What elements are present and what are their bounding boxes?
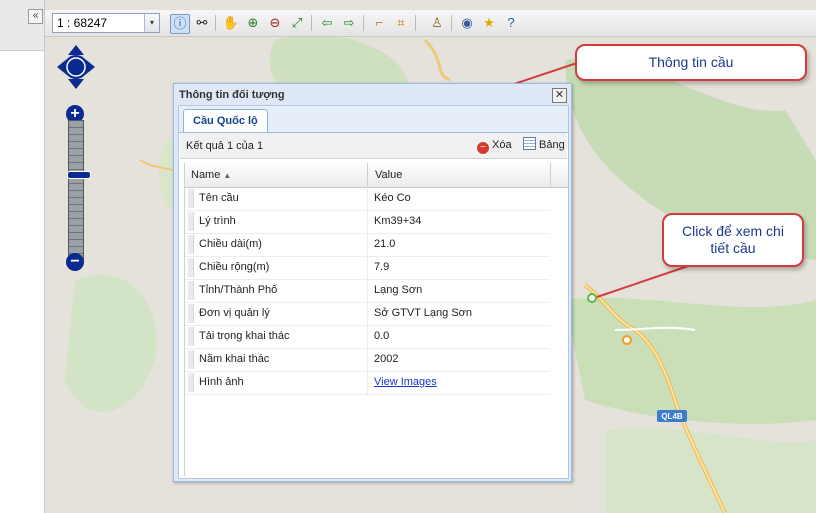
row-name: Hình ảnh xyxy=(185,371,368,394)
row-name: Chiều rộng(m) xyxy=(185,256,368,279)
info-icon[interactable]: ⓘ xyxy=(170,14,190,34)
tab-strip: Cầu Quốc lộ xyxy=(179,106,568,133)
toolbar-divider xyxy=(415,15,416,31)
row-value: Km39+34 xyxy=(374,215,422,227)
row-value: 7.9 xyxy=(374,261,390,273)
help-icon[interactable]: ? xyxy=(502,14,520,32)
close-icon[interactable]: ✕ xyxy=(552,88,567,103)
stamp-icon[interactable]: ♙ xyxy=(428,14,446,32)
left-panel-header: « xyxy=(0,0,44,51)
row-name: Tải trọng khai thác xyxy=(185,325,368,348)
measure-area-icon[interactable]: ⌗ xyxy=(392,14,410,32)
row-name: Năm khai thác xyxy=(185,348,368,371)
bridge-marker-selected[interactable] xyxy=(587,293,597,303)
result-bar: Kết quả 1 của 1 − Xóa Bảng xyxy=(180,133,567,159)
scale-select[interactable]: 1 : 68247 ▾ xyxy=(52,13,160,33)
table-row[interactable]: Tên cầu Kéo Co xyxy=(185,187,550,211)
back-arrow-icon[interactable]: ⇦ xyxy=(318,14,336,32)
table-row[interactable]: Đơn vị quản lý Sở GTVT Lạng Sơn xyxy=(185,302,550,326)
eye-icon[interactable]: ◉ xyxy=(458,14,476,32)
delete-icon: − xyxy=(477,142,489,154)
toolbar-divider xyxy=(215,15,216,31)
row-value: View Images xyxy=(368,371,550,394)
zoom-in-icon[interactable]: ⊕ xyxy=(244,14,262,32)
scale-value: 1 : 68247 xyxy=(57,16,108,30)
table-row[interactable]: Lý trình Km39+34 xyxy=(185,210,550,234)
dialog-title: Thông tin đối tượng xyxy=(179,89,285,101)
grid-header: Name ▲ Value xyxy=(185,163,568,188)
column-header-value[interactable]: Value xyxy=(368,163,551,187)
zoom-slider[interactable]: + − xyxy=(66,105,91,273)
row-name: Tỉnh/Thành Phố xyxy=(185,279,368,302)
table-button[interactable]: Bảng xyxy=(523,137,565,153)
zoom-out-button[interactable]: − xyxy=(66,253,84,271)
toolbar-divider xyxy=(451,15,452,31)
table-row[interactable]: Chiều rộng(m) 7.9 xyxy=(185,256,550,280)
dialog-header[interactable]: Thông tin đối tượng ✕ xyxy=(174,84,571,105)
full-extent-icon[interactable]: ⤢ xyxy=(288,14,306,32)
road-label-ql4b: QL4B xyxy=(661,412,683,421)
attribute-grid: Name ▲ Value Tên cầu Kéo Co Lý trình Km39… xyxy=(184,163,568,476)
row-value: Sở GTVT Lạng Sơn xyxy=(374,307,472,319)
table-icon xyxy=(523,137,536,150)
toolbar-divider xyxy=(311,15,312,31)
collapse-panel-button[interactable]: « xyxy=(28,9,43,24)
row-value: Kéo Co xyxy=(374,192,411,204)
result-count: Kết quả 1 của 1 xyxy=(186,140,264,152)
column-header-name-label: Name xyxy=(191,169,221,181)
zoom-track[interactable] xyxy=(67,120,91,262)
star-icon[interactable]: ★ xyxy=(480,14,498,32)
map-toolbar: 1 : 68247 ▾ ⓘ ⚯ ✋ ⊕ ⊖ ⤢ ⇦ ⇨ ⌐ ⌗ ♙ ◉ ★ ? xyxy=(45,10,816,37)
sort-ascending-icon: ▲ xyxy=(223,171,232,180)
table-label: Bảng xyxy=(539,139,565,151)
delete-label: Xóa xyxy=(492,139,512,151)
row-value: Lạng Sơn xyxy=(374,284,423,296)
callout-click-line-1: Click để xem chi xyxy=(682,223,784,239)
delete-button[interactable]: − Xóa xyxy=(477,137,512,154)
toolbar-divider xyxy=(363,15,364,31)
row-value: 0.0 xyxy=(374,330,390,342)
row-name: Đơn vị quản lý xyxy=(185,302,368,325)
row-name: Lý trình xyxy=(185,210,368,233)
column-header-name[interactable]: Name ▲ xyxy=(185,163,368,187)
table-row[interactable]: Năm khai thác 2002 xyxy=(185,348,550,372)
bridge-marker[interactable] xyxy=(622,335,632,345)
row-name: Tên cầu xyxy=(185,187,368,210)
table-row[interactable]: Hình ảnh View Images xyxy=(185,371,550,395)
callout-click-line-2: tiết cầu xyxy=(710,240,756,256)
forward-arrow-icon[interactable]: ⇨ xyxy=(340,14,358,32)
row-value: 21.0 xyxy=(374,238,396,250)
tab-national-road-bridge[interactable]: Cầu Quốc lộ xyxy=(183,109,268,132)
table-row[interactable]: Chiều dài(m) 21.0 xyxy=(185,233,550,257)
measure-line-icon[interactable]: ⌐ xyxy=(370,14,388,32)
callout-bridge-info: Thông tin cầu xyxy=(575,44,807,81)
left-panel: « xyxy=(0,0,45,513)
pan-control[interactable] xyxy=(57,45,95,89)
hand-pan-icon[interactable]: ✋ xyxy=(222,14,240,32)
feature-info-dialog: Thông tin đối tượng ✕ Cầu Quốc lộ Kết qu… xyxy=(173,83,572,482)
callout-bridge-info-text: Thông tin cầu xyxy=(648,54,734,70)
table-row[interactable]: Tỉnh/Thành Phố Lạng Sơn xyxy=(185,279,550,303)
dialog-body: Cầu Quốc lộ Kết quả 1 của 1 − Xóa Bảng Na… xyxy=(178,105,569,479)
zoom-thumb[interactable] xyxy=(67,171,91,179)
binoculars-icon[interactable]: ⚯ xyxy=(193,14,211,32)
chevron-down-icon[interactable]: ▾ xyxy=(144,14,159,32)
row-name: Chiều dài(m) xyxy=(185,233,368,256)
view-images-link[interactable]: View Images xyxy=(374,376,437,388)
callout-click-details: Click để xem chi tiết cầu xyxy=(662,213,804,267)
table-row[interactable]: Tải trọng khai thác 0.0 xyxy=(185,325,550,349)
zoom-out-icon[interactable]: ⊖ xyxy=(266,14,284,32)
row-value: 2002 xyxy=(374,353,399,365)
column-header-value-label: Value xyxy=(375,169,403,181)
